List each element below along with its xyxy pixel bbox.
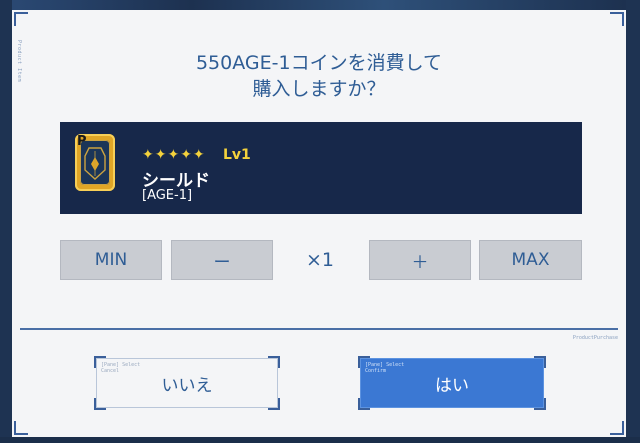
corner-bracket-icon — [610, 421, 624, 435]
background-bottom — [0, 437, 640, 443]
section-divider — [20, 328, 618, 330]
corner-bracket-icon — [14, 12, 28, 26]
title-line-2: 購入しますか？ — [252, 78, 386, 100]
quantity-value: ×1 — [305, 249, 334, 271]
bracket-icon — [268, 356, 280, 368]
cancel-button[interactable]: [Pane] Select Cancel いいえ — [94, 356, 280, 410]
cancel-button-label: いいえ — [161, 375, 213, 396]
confirm-button[interactable]: [Pane] Select Confirm はい — [358, 356, 546, 410]
bracket-icon — [534, 356, 546, 368]
quantity-max-button[interactable]: MAX — [479, 240, 582, 280]
title-line-1: 550AGE-1コインを消費して — [195, 52, 443, 74]
quantity-plus-button[interactable]: ＋ — [369, 240, 471, 280]
item-rank-letter: P — [77, 134, 87, 149]
item-subtitle: [AGE-1] — [142, 188, 193, 203]
corner-bracket-icon — [14, 421, 28, 435]
purchase-dialog: Product Item 550AGE-1コインを消費して 購入しますか？ P … — [12, 10, 626, 437]
bracket-icon — [534, 398, 546, 410]
quantity-min-button[interactable]: MIN — [60, 240, 162, 280]
dialog-title: 550AGE-1コインを消費して 購入しますか？ — [12, 50, 626, 102]
divider-tag: ProductPurchase — [572, 335, 618, 341]
item-level: Lv1 — [223, 147, 251, 163]
confirm-button-label: はい — [435, 375, 469, 396]
item-panel: P ✦✦✦✦✦ Lv1 シールド [AGE-1] — [60, 122, 582, 214]
bracket-icon — [94, 398, 106, 410]
shield-item-icon: P — [75, 134, 115, 191]
bracket-icon — [358, 398, 370, 410]
star-rating-icon: ✦✦✦✦✦ — [142, 147, 206, 163]
background-right — [626, 0, 640, 443]
bracket-icon — [268, 398, 280, 410]
corner-bracket-icon — [610, 12, 624, 26]
cancel-button-tag: [Pane] Select Cancel — [101, 362, 141, 374]
quantity-minus-button[interactable]: ー — [171, 240, 273, 280]
confirm-button-tag: [Pane] Select Confirm — [365, 362, 405, 374]
background-left — [0, 0, 12, 443]
